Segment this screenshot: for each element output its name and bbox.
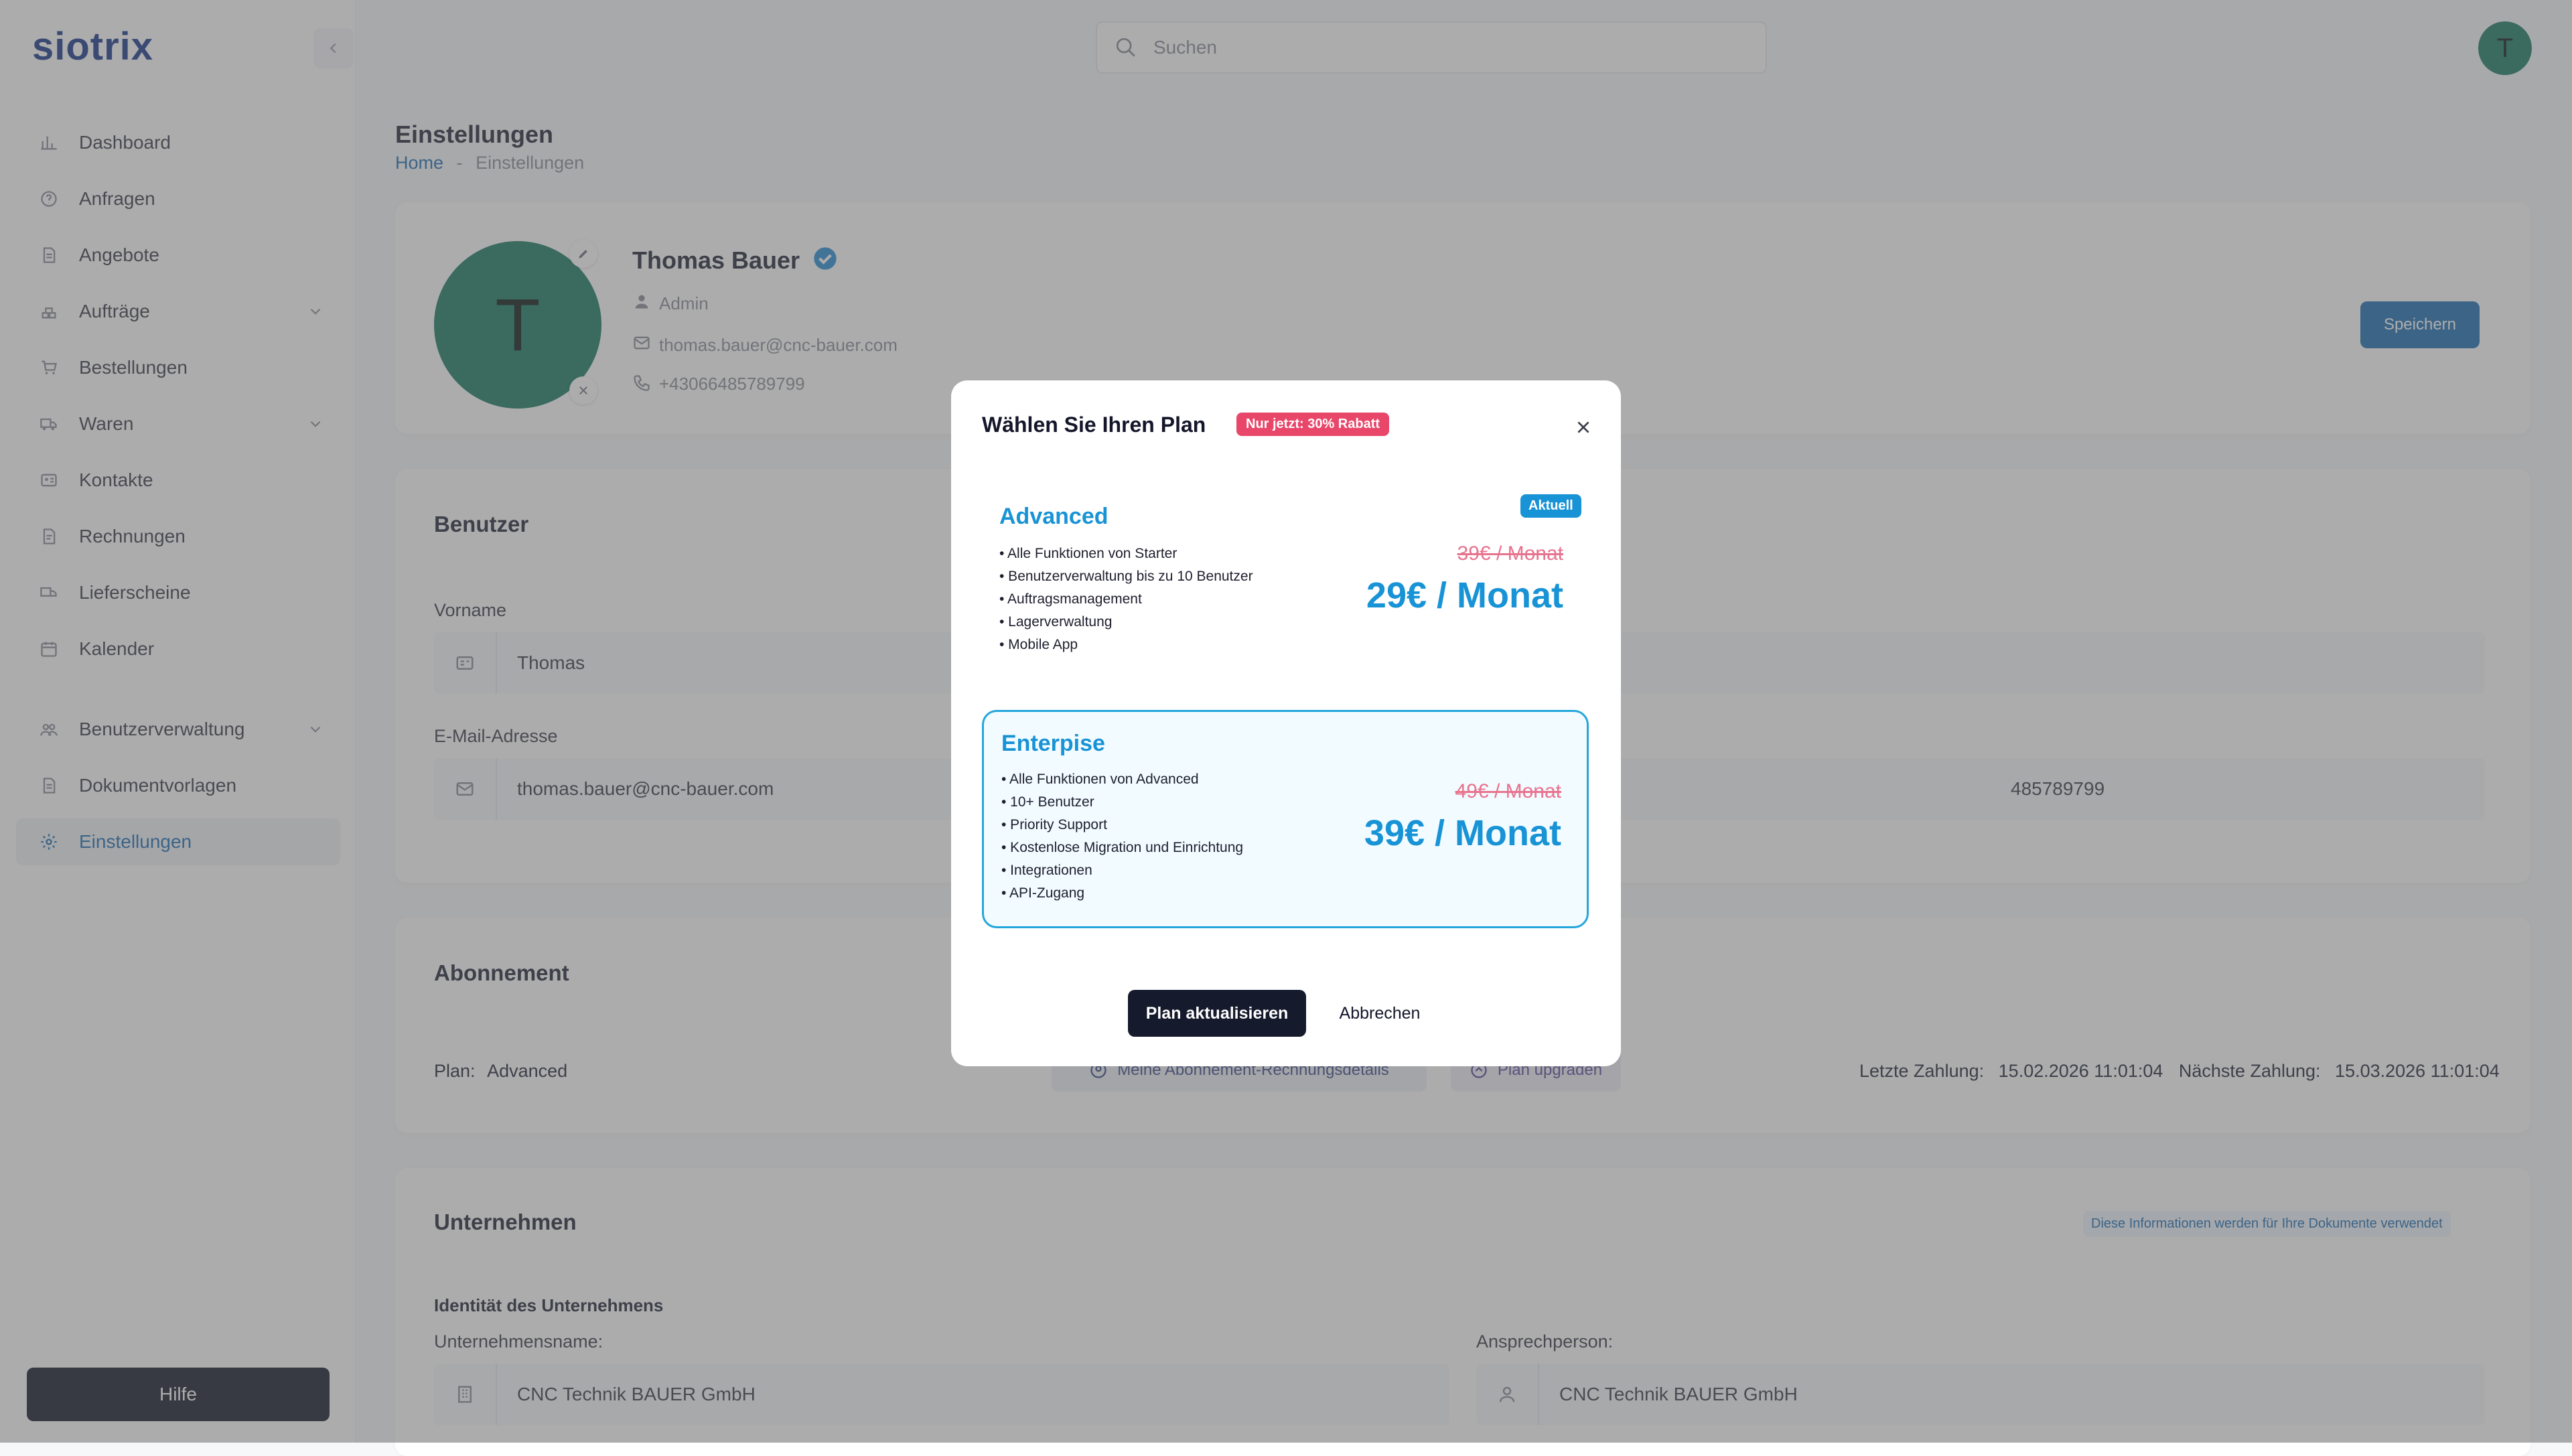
plan-feature: • Mobile App [999,637,1078,652]
plan-feature: • Priority Support [1001,817,1107,832]
plan-features: • Alle Funktionen von Starter • Benutzer… [999,542,1253,656]
plan-feature: • Alle Funktionen von Starter [999,546,1177,561]
current-plan-badge: Aktuell [1520,494,1581,518]
close-icon [1577,421,1589,433]
new-price: 29€ / Monat [1366,575,1563,615]
old-price: 49€ / Monat [1455,780,1561,802]
plan-name: Advanced [999,504,1109,529]
plan-feature: • Benutzerverwaltung bis zu 10 Benutzer [999,569,1253,584]
plan-option-advanced[interactable]: Aktuell Advanced • Alle Funktionen von S… [982,494,1589,695]
plan-option-enterprise[interactable]: Enterpise • Alle Funktionen von Advanced… [982,710,1589,928]
modal-title: Wählen Sie Ihren Plan [982,413,1206,437]
plan-features: • Alle Funktionen von Advanced • 10+ Ben… [1001,768,1243,905]
plan-feature: • Lagerverwaltung [999,614,1113,630]
close-button[interactable] [1570,414,1597,441]
old-price: 39€ / Monat [1457,542,1563,565]
new-price: 39€ / Monat [1364,813,1561,853]
plan-feature: • Integrationen [1001,863,1092,878]
plan-feature: • API-Zugang [1001,885,1085,901]
cancel-button[interactable]: Abbrechen [1333,990,1427,1037]
plan-feature: • 10+ Benutzer [1001,794,1094,810]
plan-feature: • Auftragsmanagement [999,591,1142,607]
plan-name: Enterpise [1001,731,1105,756]
discount-badge: Nur jetzt: 30% Rabatt [1236,413,1390,436]
plan-feature: • Alle Funktionen von Advanced [1001,772,1199,787]
plan-modal: Wählen Sie Ihren Plan Nur jetzt: 30% Rab… [951,380,1621,1066]
update-plan-button[interactable]: Plan aktualisieren [1128,990,1306,1037]
plan-feature: • Kostenlose Migration und Einrichtung [1001,840,1244,855]
